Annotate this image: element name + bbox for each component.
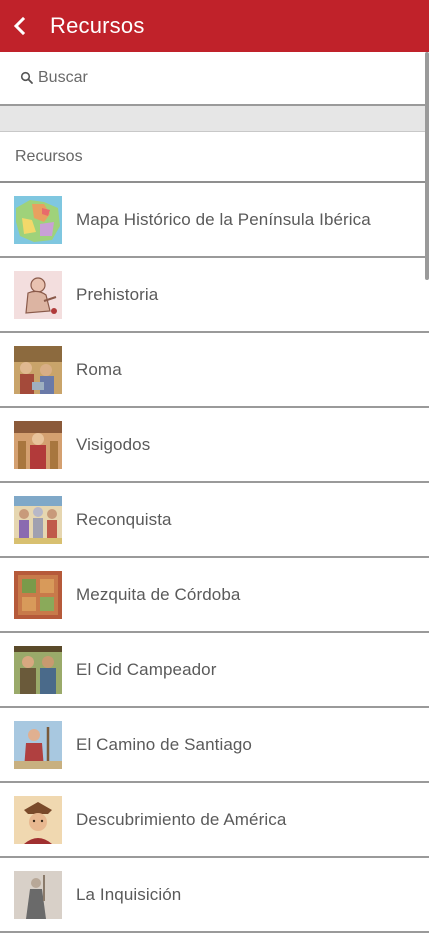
divider-band [0, 106, 429, 132]
list-item-label: El Camino de Santiago [76, 734, 252, 754]
page-title: Recursos [50, 13, 145, 38]
list-item[interactable]: Descubrimiento de América [0, 783, 429, 858]
list-item[interactable]: El Cid Campeador [0, 633, 429, 708]
list-item-label: La Inquisición [76, 884, 182, 904]
list-item-label: Mezquita de Córdoba [76, 584, 241, 604]
cid-thumbnail [14, 645, 62, 694]
roma-thumbnail [14, 345, 62, 394]
camino-thumbnail [14, 720, 62, 769]
list-item-label: Visigodos [76, 434, 151, 454]
list-item[interactable]: Mapa Histórico de la Península Ibérica [0, 183, 429, 258]
list-item-label: Roma [76, 359, 122, 379]
chevron-left-icon [13, 16, 26, 36]
inquisicion-thumbnail [14, 870, 62, 919]
visigodos-thumbnail [14, 420, 62, 469]
list-item[interactable]: El Camino de Santiago [0, 708, 429, 783]
list-item[interactable]: Mezquita de Córdoba [0, 558, 429, 633]
list-item[interactable]: La Inquisición [0, 858, 429, 933]
back-button[interactable] [2, 0, 38, 52]
list-item-label: Prehistoria [76, 284, 159, 304]
america-thumbnail [14, 795, 62, 844]
list-item[interactable]: Roma [0, 333, 429, 408]
search-bar[interactable] [0, 52, 429, 106]
map-thumbnail [14, 195, 62, 244]
list-item[interactable]: Visigodos [0, 408, 429, 483]
reconquista-thumbnail [14, 495, 62, 544]
section-title: Recursos [15, 147, 83, 165]
prehistoria-thumbnail [14, 270, 62, 319]
list-item-label: El Cid Campeador [76, 659, 217, 679]
list-item[interactable]: Reconquista [0, 483, 429, 558]
app-bar: Recursos [0, 0, 429, 52]
list-item-label: Descubrimiento de América [76, 809, 287, 829]
resource-list: Mapa Histórico de la Península Ibérica P… [0, 183, 429, 933]
list-item-label: Mapa Histórico de la Península Ibérica [76, 209, 371, 229]
section-header: Recursos [0, 132, 429, 183]
search-icon [20, 71, 34, 85]
search-input[interactable] [38, 69, 398, 87]
list-item-label: Reconquista [76, 509, 172, 529]
scrollbar[interactable] [425, 52, 429, 280]
list-item[interactable]: Prehistoria [0, 258, 429, 333]
mezquita-thumbnail [14, 570, 62, 619]
